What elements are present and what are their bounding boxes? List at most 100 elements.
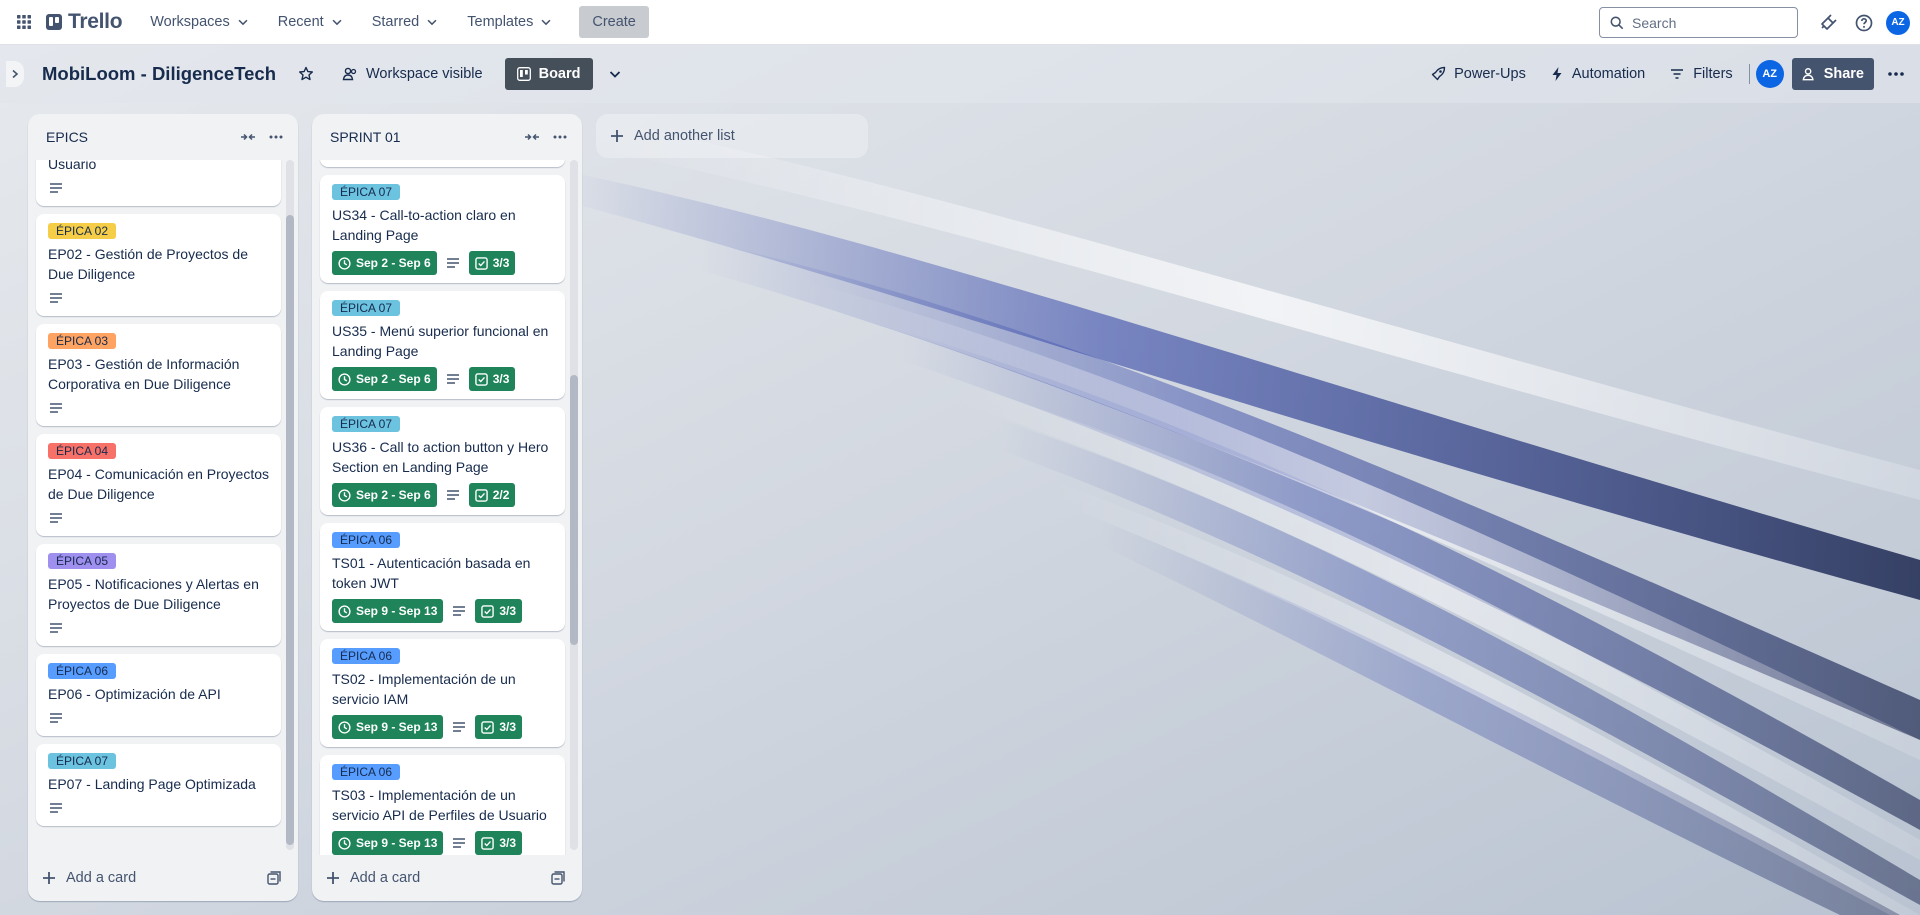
card[interactable]: ÉPICA 07 US35 - Menú superior funcional … xyxy=(320,291,565,399)
dates-badge[interactable]: Sep 2 - Sep 6 xyxy=(332,483,437,507)
card[interactable]: ÉPICA 06 TS03 - Implementación de un ser… xyxy=(320,755,565,855)
card[interactable]: ÉPICA 07 EP07 - Landing Page Optimizada xyxy=(36,744,281,826)
add-card-button[interactable]: Add a card xyxy=(326,870,544,886)
power-ups-button[interactable]: Power-Ups xyxy=(1420,58,1536,90)
checklist-text: 3/3 xyxy=(499,604,517,618)
checklist-badge[interactable]: 3/3 xyxy=(475,599,523,623)
collapse-list-button[interactable] xyxy=(234,123,262,151)
list-title[interactable]: SPRINT 01 xyxy=(330,129,518,145)
visibility-label: Workspace visible xyxy=(366,66,483,82)
plus-icon xyxy=(327,872,339,884)
card-label[interactable]: ÉPICA 06 xyxy=(332,648,401,664)
chevron-right-icon xyxy=(12,69,19,79)
top-navigation: Trello Workspaces Recent Starred Templat… xyxy=(0,0,1920,45)
card[interactable]: ÉPICA 07 US34 - Call-to-action claro en … xyxy=(320,175,565,283)
card-title: US34 - Call-to-action claro en Landing P… xyxy=(332,207,516,243)
card-label[interactable]: ÉPICA 06 xyxy=(48,663,117,679)
dates-text: Sep 9 - Sep 13 xyxy=(356,836,438,850)
workspaces-menu[interactable]: Workspaces xyxy=(138,6,262,38)
dates-badge[interactable]: Sep 9 - Sep 13 xyxy=(332,715,444,739)
star-button[interactable] xyxy=(292,60,320,88)
collapse-list-button[interactable] xyxy=(518,123,546,151)
checkbox-icon xyxy=(481,604,495,618)
list-actions-button[interactable] xyxy=(262,123,290,151)
trello-logo[interactable]: Trello xyxy=(46,10,123,34)
board-view-button[interactable]: Board xyxy=(504,58,593,90)
card[interactable]: ÉPICA 06 TS01 - Autenticación basada en … xyxy=(320,523,565,631)
member-avatar[interactable]: AZ xyxy=(1755,60,1784,88)
share-button[interactable]: Share xyxy=(1791,58,1874,90)
sidebar-toggle-button[interactable] xyxy=(6,61,24,87)
card-label[interactable]: ÉPICA 05 xyxy=(48,553,117,569)
dates-text: Sep 2 - Sep 6 xyxy=(356,488,431,502)
create-button[interactable]: Create xyxy=(579,6,649,38)
card[interactable]: ÉPICA 06 EP06 - Optimización de API xyxy=(36,654,281,736)
scrollbar[interactable] xyxy=(570,160,578,850)
list-title[interactable]: EPICS xyxy=(46,129,234,145)
dates-text: Sep 2 - Sep 6 xyxy=(356,372,431,386)
card[interactable]: ÉPICA 03 EP03 - Gestión de Información C… xyxy=(36,324,281,426)
checkbox-icon xyxy=(481,720,495,734)
card-title: EP05 - Notificaciones y Alertas en Proye… xyxy=(48,576,259,612)
view-switcher-button[interactable] xyxy=(601,60,629,88)
card-label[interactable]: ÉPICA 06 xyxy=(332,532,401,548)
automation-button[interactable]: Automation xyxy=(1540,58,1655,90)
dates-badge[interactable]: Sep 9 - Sep 13 xyxy=(332,831,444,855)
notifications-button[interactable] xyxy=(1814,9,1842,37)
add-card-button[interactable]: Add a card xyxy=(42,870,260,886)
board-menu-button[interactable] xyxy=(1882,60,1910,88)
clock-icon xyxy=(338,720,351,734)
search-input[interactable] xyxy=(1632,14,1782,31)
card-label[interactable]: ÉPICA 04 xyxy=(48,443,117,459)
card[interactable]: ÉPICA 05 EP05 - Notificaciones y Alertas… xyxy=(36,544,281,646)
card-label[interactable]: ÉPICA 07 xyxy=(48,753,117,769)
filters-button[interactable]: Filters xyxy=(1659,58,1742,90)
create-from-template-button[interactable] xyxy=(544,864,572,892)
card-label[interactable]: ÉPICA 07 xyxy=(332,416,401,432)
starred-menu[interactable]: Starred xyxy=(360,6,452,38)
help-button[interactable] xyxy=(1850,9,1878,37)
checklist-badge[interactable]: 3/3 xyxy=(475,715,523,739)
visibility-button[interactable]: Workspace visible xyxy=(332,58,493,90)
card[interactable]: ÉPICA 07 US36 - Call to action button y … xyxy=(320,407,565,515)
checklist-badge[interactable]: 3/3 xyxy=(475,831,523,855)
card-label[interactable]: ÉPICA 07 xyxy=(332,300,401,316)
app-switcher-button[interactable] xyxy=(12,10,36,34)
card-label[interactable]: ÉPICA 02 xyxy=(48,223,117,239)
templates-menu[interactable]: Templates xyxy=(455,6,565,38)
scrollbar[interactable] xyxy=(286,160,294,850)
automation-label: Automation xyxy=(1571,66,1646,82)
card-label[interactable]: ÉPICA 03 xyxy=(48,333,117,349)
scroll-thumb[interactable] xyxy=(286,215,294,845)
checklist-text: 3/3 xyxy=(499,836,517,850)
clock-icon xyxy=(338,256,351,270)
card[interactable]: Usuario xyxy=(36,160,281,206)
card-title: TS02 - Implementación de un servicio IAM xyxy=(332,671,516,707)
add-card-label: Add a card xyxy=(66,870,137,886)
checklist-badge[interactable]: 3/3 xyxy=(468,367,516,391)
card[interactable]: ÉPICA 02 EP02 - Gestión de Proyectos de … xyxy=(36,214,281,316)
dates-badge[interactable]: Sep 2 - Sep 6 xyxy=(332,367,437,391)
checklist-badge[interactable]: 2/2 xyxy=(468,483,516,507)
board-title[interactable]: MobiLoom - DiligenceTech xyxy=(42,63,276,85)
collapse-icon xyxy=(525,133,539,141)
recent-label: Recent xyxy=(277,14,324,30)
list-actions-button[interactable] xyxy=(546,123,574,151)
scroll-thumb[interactable] xyxy=(570,375,578,645)
card[interactable] xyxy=(320,160,565,167)
recent-menu[interactable]: Recent xyxy=(266,6,356,38)
create-from-template-button[interactable] xyxy=(260,864,288,892)
card[interactable]: ÉPICA 06 TS02 - Implementación de un ser… xyxy=(320,639,565,747)
user-avatar[interactable]: AZ xyxy=(1886,10,1910,35)
dates-badge[interactable]: Sep 9 - Sep 13 xyxy=(332,599,444,623)
template-icon xyxy=(551,871,565,885)
card[interactable]: ÉPICA 04 EP04 - Comunicación en Proyecto… xyxy=(36,434,281,536)
search-box[interactable] xyxy=(1599,7,1798,38)
more-horizontal-icon xyxy=(269,135,283,139)
description-icon xyxy=(451,835,467,851)
add-list-button[interactable]: Add another list xyxy=(596,114,868,158)
card-label[interactable]: ÉPICA 06 xyxy=(332,764,401,780)
card-label[interactable]: ÉPICA 07 xyxy=(332,184,401,200)
dates-badge[interactable]: Sep 2 - Sep 6 xyxy=(332,251,437,275)
checklist-badge[interactable]: 3/3 xyxy=(468,251,516,275)
